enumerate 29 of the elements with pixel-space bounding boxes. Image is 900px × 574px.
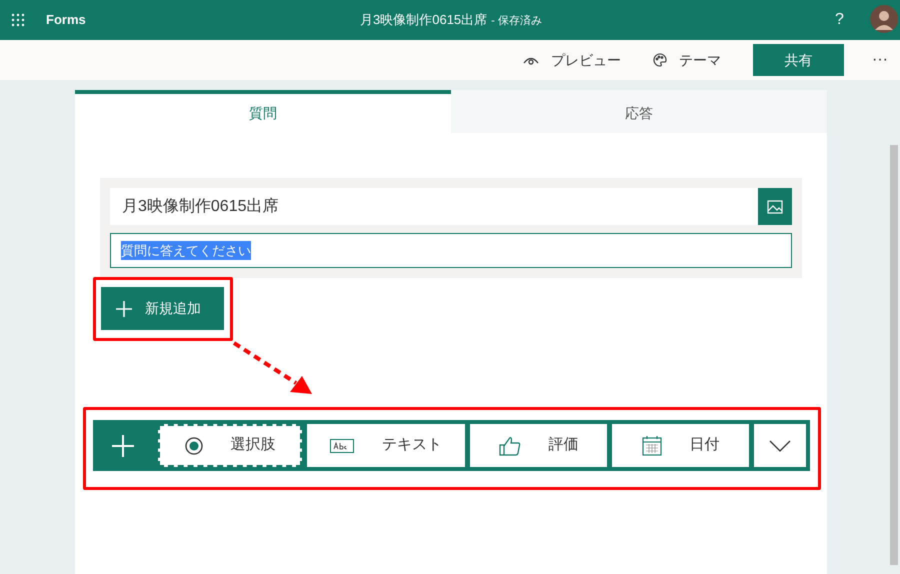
calendar-icon [642,436,662,456]
form-title: 月3映像制作0615出席 [360,11,488,29]
description-text: 質問に答えてください [121,240,251,260]
choice-button[interactable]: 選択肢 [158,424,302,467]
app-name[interactable]: Forms [46,10,86,30]
scrollbar[interactable] [890,145,898,565]
insert-image-button[interactable] [758,188,792,225]
save-status: - 保存済み [491,14,542,29]
preview-button[interactable]: プレビュー [523,50,622,70]
avatar[interactable] [870,5,898,33]
abc-icon [330,438,354,452]
add-new-button[interactable]: 新規追加 [101,287,224,330]
chevron-down-icon [769,440,791,452]
theme-button[interactable]: テーマ [653,50,722,70]
thumbs-up-icon [498,436,520,456]
more-button[interactable]: ··· [872,48,888,72]
description-field[interactable]: 質問に答えてください [110,233,792,268]
date-button[interactable]: 日付 [612,424,749,467]
tab[interactable]: 応答 [451,90,827,133]
palette-icon [653,53,668,67]
rating-button[interactable]: 評価 [470,424,607,467]
radio-icon [184,436,202,454]
image-icon [767,200,783,214]
app-launcher-icon[interactable] [11,13,25,27]
share-button[interactable]: 共有 [753,44,844,76]
text-button[interactable]: テキスト [307,424,465,467]
plus-icon [115,300,133,318]
help-button[interactable]: ? [835,8,844,32]
plus-icon[interactable] [111,434,135,458]
